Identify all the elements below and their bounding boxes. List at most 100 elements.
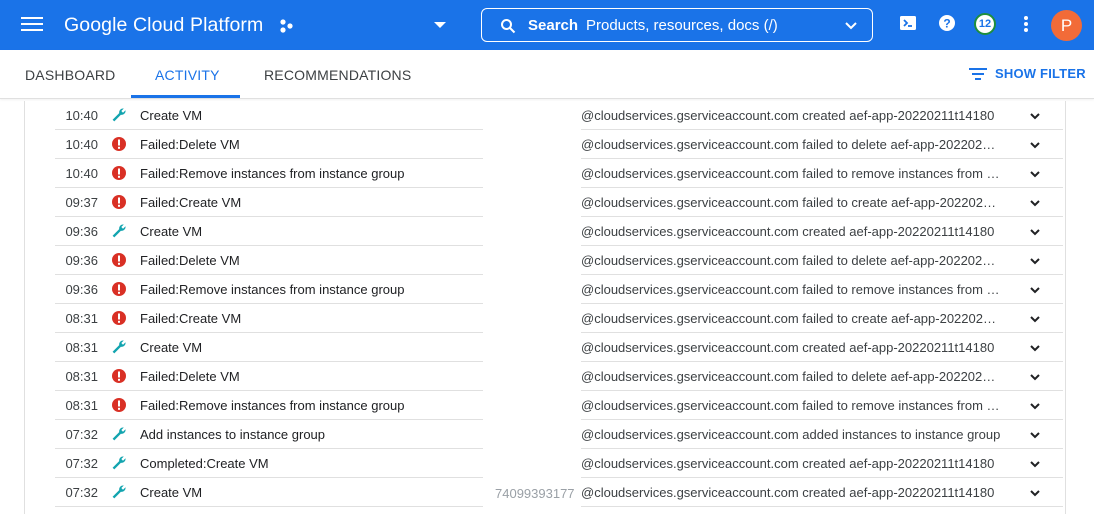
- activity-title[interactable]: Create VM: [140, 340, 202, 355]
- activity-description: @cloudservices.gserviceaccount.com faile…: [581, 137, 1001, 152]
- expand-chevron-icon[interactable]: [1028, 109, 1042, 123]
- activity-description: @cloudservices.gserviceaccount.com creat…: [581, 340, 995, 355]
- activity-row[interactable]: 09:37 Failed:Create VM @cloudservices.gser…: [25, 188, 1065, 217]
- activity-description: @cloudservices.gserviceaccount.com faile…: [581, 311, 1001, 326]
- top-app-bar: Google Cloud Platform Search Products, r…: [0, 0, 1094, 50]
- activity-description: @cloudservices.gserviceaccount.com added…: [581, 427, 1001, 442]
- search-bar[interactable]: Search Products, resources, docs (/): [481, 8, 873, 42]
- show-filter-label: SHOW FILTER: [995, 66, 1086, 81]
- activity-title[interactable]: Failed:Remove instances from instance gr…: [140, 166, 404, 181]
- activity-description: @cloudservices.gserviceaccount.com faile…: [581, 166, 1001, 181]
- activity-description: @cloudservices.gserviceaccount.com faile…: [581, 398, 1001, 413]
- activity-title[interactable]: Create VM: [140, 224, 202, 239]
- tab-dashboard[interactable]: DASHBOARD: [25, 67, 115, 83]
- error-icon: [112, 311, 126, 325]
- help-icon[interactable]: ?: [938, 14, 956, 32]
- activity-title[interactable]: Failed:Remove instances from instance gr…: [140, 398, 404, 413]
- activity-description: @cloudservices.gserviceaccount.com creat…: [581, 224, 995, 239]
- activity-list: 74099393177 10:40 Create VM @cloudservices…: [24, 101, 1066, 514]
- activity-description: @cloudservices.gserviceaccount.com faile…: [581, 369, 1001, 384]
- expand-chevron-icon[interactable]: [1028, 283, 1042, 297]
- activity-time: 07:32: [65, 456, 98, 471]
- project-selector-icon[interactable]: [278, 16, 298, 36]
- notifications-badge[interactable]: 12: [974, 13, 996, 35]
- activity-row[interactable]: 09:36 Failed:Remove instances from instan…: [25, 275, 1065, 304]
- svg-text:?: ?: [943, 17, 950, 31]
- activity-time: 09:36: [65, 282, 98, 297]
- chevron-down-icon[interactable]: [844, 19, 858, 33]
- expand-chevron-icon[interactable]: [1028, 138, 1042, 152]
- search-input[interactable]: Products, resources, docs (/): [586, 17, 778, 34]
- activity-time: 08:31: [65, 311, 98, 326]
- show-filter-button[interactable]: SHOW FILTER: [969, 66, 1086, 81]
- tabs-bar: DASHBOARD ACTIVITY RECOMMENDATIONS SHOW …: [0, 50, 1094, 99]
- activity-row[interactable]: 10:40 Create VM @cloudservices.gserviceacc…: [25, 101, 1065, 130]
- hamburger-menu-icon[interactable]: [20, 14, 44, 36]
- activity-time: 09:37: [65, 195, 98, 210]
- activity-time: 10:40: [65, 166, 98, 181]
- activity-description: @cloudservices.gserviceaccount.com faile…: [581, 253, 1001, 268]
- row-divider: [581, 506, 1063, 507]
- activity-row[interactable]: 08:31 Failed:Create VM @cloudservices.gser…: [25, 304, 1065, 333]
- activity-row[interactable]: 10:40 Failed:Remove instances from instan…: [25, 159, 1065, 188]
- tab-recommendations[interactable]: RECOMMENDATIONS: [264, 67, 411, 83]
- activity-time: 08:31: [65, 398, 98, 413]
- error-icon: [112, 253, 126, 267]
- activity-time: 08:31: [65, 369, 98, 384]
- avatar[interactable]: P: [1051, 10, 1082, 41]
- activity-title[interactable]: Failed:Create VM: [140, 195, 241, 210]
- expand-chevron-icon[interactable]: [1028, 341, 1042, 355]
- activity-title[interactable]: Failed:Delete VM: [140, 369, 240, 384]
- activity-row[interactable]: 08:31 Failed:Delete VM @cloudservices.gser…: [25, 362, 1065, 391]
- activity-row[interactable]: 07:32 Create VM @cloudservices.gserviceacc…: [25, 478, 1065, 507]
- search-label: Search: [528, 17, 579, 34]
- activity-time: 09:36: [65, 224, 98, 239]
- tab-activity[interactable]: ACTIVITY: [155, 67, 220, 83]
- expand-chevron-icon[interactable]: [1028, 196, 1042, 210]
- activity-title[interactable]: Create VM: [140, 485, 202, 500]
- wrench-icon: [112, 427, 126, 441]
- activity-title[interactable]: Failed:Delete VM: [140, 253, 240, 268]
- activity-row[interactable]: 10:40 Failed:Delete VM @cloudservices.gser…: [25, 130, 1065, 159]
- wrench-icon: [112, 456, 126, 470]
- activity-title[interactable]: Failed:Remove instances from instance gr…: [140, 282, 404, 297]
- activity-description: @cloudservices.gserviceaccount.com creat…: [581, 108, 995, 123]
- activity-time: 10:40: [65, 137, 98, 152]
- activity-row[interactable]: 08:31 Create VM @cloudservices.gserviceacc…: [25, 333, 1065, 362]
- activity-row[interactable]: 07:32 Completed:Create VM @cloudservices.g…: [25, 449, 1065, 478]
- row-divider: [55, 506, 483, 507]
- expand-chevron-icon[interactable]: [1028, 225, 1042, 239]
- activity-description: @cloudservices.gserviceaccount.com faile…: [581, 195, 1001, 210]
- activity-description: @cloudservices.gserviceaccount.com faile…: [581, 282, 1001, 297]
- expand-chevron-icon[interactable]: [1028, 399, 1042, 413]
- error-icon: [112, 166, 126, 180]
- activity-row[interactable]: 07:32 Add instances to instance group @clo…: [25, 420, 1065, 449]
- search-icon: [501, 19, 516, 34]
- brand-title[interactable]: Google Cloud Platform: [64, 14, 263, 37]
- expand-chevron-icon[interactable]: [1028, 428, 1042, 442]
- activity-description: @cloudservices.gserviceaccount.com creat…: [581, 485, 995, 500]
- more-vert-icon[interactable]: [1022, 14, 1030, 34]
- cloud-shell-icon[interactable]: [899, 14, 917, 32]
- activity-time: 07:32: [65, 485, 98, 500]
- filter-icon: [969, 67, 987, 80]
- activity-title[interactable]: Create VM: [140, 108, 202, 123]
- expand-chevron-icon[interactable]: [1028, 370, 1042, 384]
- expand-chevron-icon[interactable]: [1028, 167, 1042, 181]
- expand-chevron-icon[interactable]: [1028, 254, 1042, 268]
- activity-title[interactable]: Completed:Create VM: [140, 456, 269, 471]
- activity-title[interactable]: Failed:Create VM: [140, 311, 241, 326]
- activity-title[interactable]: Failed:Delete VM: [140, 137, 240, 152]
- activity-title[interactable]: Add instances to instance group: [140, 427, 325, 442]
- expand-chevron-icon[interactable]: [1028, 457, 1042, 471]
- activity-time: 07:32: [65, 427, 98, 442]
- activity-row[interactable]: 09:36 Failed:Delete VM @cloudservices.gser…: [25, 246, 1065, 275]
- expand-chevron-icon[interactable]: [1028, 312, 1042, 326]
- wrench-icon: [112, 224, 126, 238]
- activity-row[interactable]: 09:36 Create VM @cloudservices.gserviceacc…: [25, 217, 1065, 246]
- project-dropdown-icon[interactable]: [434, 22, 446, 28]
- error-icon: [112, 369, 126, 383]
- active-tab-indicator: [131, 95, 240, 98]
- activity-row[interactable]: 08:31 Failed:Remove instances from instan…: [25, 391, 1065, 420]
- expand-chevron-icon[interactable]: [1028, 486, 1042, 500]
